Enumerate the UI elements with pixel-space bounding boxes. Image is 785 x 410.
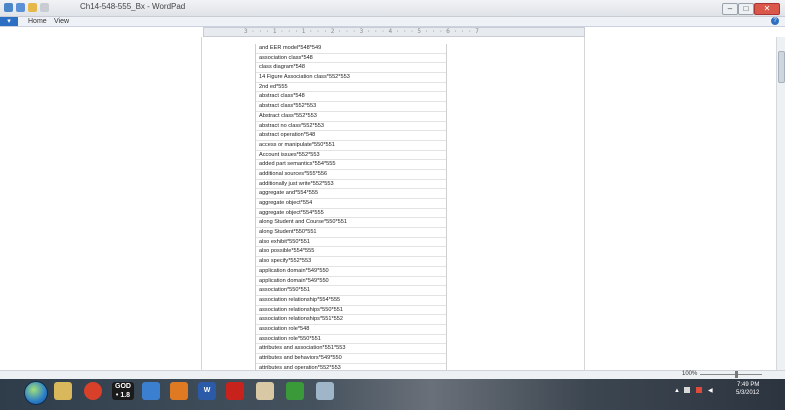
- index-entry: abstract class*552*553: [256, 102, 446, 112]
- index-entry: 2nd ed*555: [256, 83, 446, 93]
- index-entry: 14 Figure Association class*552*553: [256, 73, 446, 83]
- index-entry: additional sources*555*556: [256, 170, 446, 180]
- index-entry: Account issues*552*553: [256, 151, 446, 161]
- help-icon[interactable]: ?: [771, 17, 779, 25]
- index-entry: application domain*549*550: [256, 267, 446, 277]
- tab-home[interactable]: Home: [28, 17, 47, 26]
- gadget-icon[interactable]: GOD • 1.8: [112, 382, 134, 400]
- index-entry: class diagram*548: [256, 63, 446, 74]
- index-entry: association*550*551: [256, 286, 446, 296]
- index-entry: attributes and behaviors*549*550: [256, 354, 446, 364]
- index-entry: abstract class*548: [256, 92, 446, 103]
- file-menu-button[interactable]: ▾: [0, 17, 18, 26]
- maximize-button[interactable]: □: [738, 3, 754, 15]
- start-button[interactable]: [24, 381, 48, 405]
- gadget-value: • 1.8: [115, 392, 131, 399]
- index-entry: association role*550*551: [256, 335, 446, 345]
- zoom-slider-thumb[interactable]: [735, 371, 738, 378]
- clock-time: 7:49 PM: [737, 382, 760, 388]
- gadget-label: GOD: [115, 383, 131, 390]
- tab-view[interactable]: View: [54, 17, 69, 26]
- vertical-scrollbar[interactable]: [776, 37, 785, 370]
- index-entry: also possible*554*555: [256, 247, 446, 258]
- app-menu-icon[interactable]: [4, 3, 13, 12]
- index-entry: association relationships*550*551: [256, 306, 446, 316]
- index-entry: also exhibit*550*551: [256, 238, 446, 248]
- browser-icon[interactable]: [84, 382, 102, 400]
- zoom-level: 100%: [682, 371, 698, 377]
- index-entry: abstract no class*552*553: [256, 122, 446, 132]
- network-icon[interactable]: [684, 387, 690, 393]
- index-entry: along Student and Course*550*551: [256, 218, 446, 229]
- index-entry: abstract operation*548: [256, 131, 446, 141]
- spreadsheet-icon[interactable]: [286, 382, 304, 400]
- explorer-icon[interactable]: [54, 382, 72, 400]
- index-entry: and EER model*548*549: [256, 44, 446, 54]
- scrollbar-thumb[interactable]: [778, 51, 785, 83]
- index-entry: also specify*552*553: [256, 257, 446, 267]
- media-player-icon[interactable]: [170, 382, 188, 400]
- index-entry: association relationship*554*555: [256, 296, 446, 306]
- shield-icon[interactable]: [142, 382, 160, 400]
- save-icon[interactable]: [16, 3, 25, 12]
- volume-icon[interactable]: ◀: [708, 387, 713, 394]
- index-entry: Abstract class*552*553: [256, 112, 446, 122]
- index-entry: association class*548: [256, 54, 446, 64]
- index-entry: additionally just write*552*553: [256, 180, 446, 190]
- index-entry: attributes and association*551*553: [256, 344, 446, 354]
- ruler[interactable]: 3 · · · 1 · · · 1 · · · 2 · · · 3 · · · …: [203, 27, 585, 37]
- index-entry: aggregate object*554: [256, 199, 446, 209]
- customize-quick-access-icon[interactable]: [40, 3, 49, 12]
- clock[interactable]: 7:49 PM 5/3/2012: [736, 381, 759, 397]
- index-entry: along Student*550*551: [256, 228, 446, 238]
- acrobat-icon[interactable]: [226, 382, 244, 400]
- zoom-slider-track[interactable]: [700, 374, 762, 375]
- close-button[interactable]: ✕: [754, 3, 780, 15]
- system-tray: ▲ ◀: [672, 384, 780, 402]
- index-entry: aggregate object*554*555: [256, 209, 446, 219]
- window-title: Ch14-548-555_Bx - WordPad: [80, 2, 186, 11]
- index-entry: added part semantics*554*555: [256, 160, 446, 170]
- wordpad-icon[interactable]: [316, 382, 334, 400]
- undo-icon[interactable]: [28, 3, 37, 12]
- index-entry: aggregate and*554*555: [256, 189, 446, 199]
- index-entry: association relationships*551*552: [256, 315, 446, 325]
- clock-date: 5/3/2012: [736, 390, 760, 396]
- index-entry: access or manipulate*550*551: [256, 141, 446, 151]
- flag-icon[interactable]: [696, 387, 702, 393]
- title-bar: Ch14-548-555_Bx - WordPad – □ ✕: [0, 0, 785, 17]
- index-entry: association role*548: [256, 325, 446, 335]
- index-list: and EER model*548*549 association class*5…: [255, 44, 447, 403]
- tray-arrow-icon[interactable]: ▲: [674, 388, 680, 394]
- index-entry: application domain*549*550: [256, 277, 446, 287]
- ribbon-bar: [0, 17, 785, 27]
- word-icon[interactable]: W: [198, 382, 216, 400]
- ruler-marks: 3 · · · 1 · · · 1 · · · 2 · · · 3 · · · …: [244, 28, 479, 35]
- minimize-button[interactable]: –: [722, 3, 738, 15]
- document-viewer-icon[interactable]: [256, 382, 274, 400]
